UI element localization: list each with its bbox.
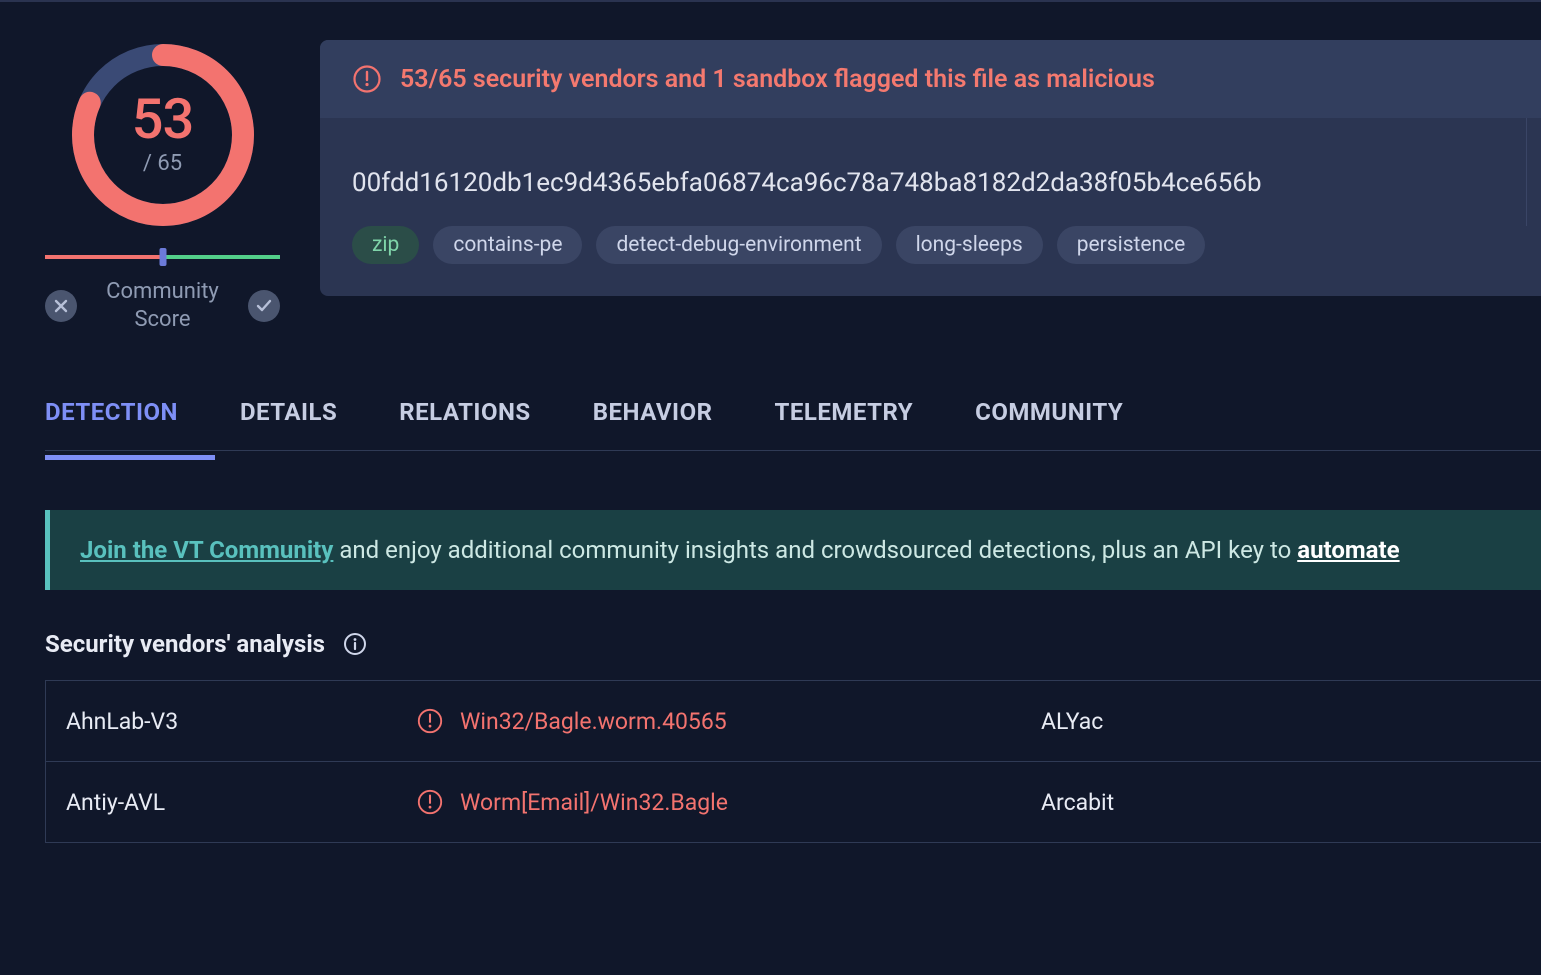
check-icon [256, 299, 272, 313]
vendor-name: Antiy-AVL [46, 762, 396, 842]
score-value: 53 [132, 94, 194, 144]
x-icon [54, 299, 68, 313]
tag-detect-debug[interactable]: detect-debug-environment [596, 226, 881, 264]
alert-icon [416, 788, 444, 816]
tab-detection[interactable]: DETECTION [45, 398, 178, 426]
section-title: Security vendors' analysis [45, 630, 325, 658]
community-slider[interactable] [45, 250, 280, 264]
info-icon[interactable] [343, 632, 367, 656]
alert-text: 53/65 security vendors and 1 sandbox fla… [400, 65, 1155, 94]
vendor-result: Worm[Email]/Win32.Bagle [396, 762, 1021, 842]
community-banner: Join the VT Community and enjoy addition… [45, 510, 1541, 590]
vendor-name: ALYac [1021, 681, 1541, 761]
vendor-result: Win32/Bagle.worm.40565 [396, 681, 1021, 761]
summary-card: 53/65 security vendors and 1 sandbox fla… [320, 40, 1541, 296]
tab-telemetry[interactable]: TELEMETRY [775, 398, 914, 426]
vendor-table: AhnLab-V3 Win32/Bagle.worm.40565 ALYac A… [45, 680, 1541, 843]
vendor-name: Arcabit [1021, 762, 1541, 842]
slider-thumb[interactable] [159, 248, 166, 266]
tab-details[interactable]: DETAILS [240, 398, 337, 426]
score-max: / 65 [143, 151, 182, 176]
detection-label: Win32/Bagle.worm.40565 [460, 708, 727, 735]
tag-row: zip contains-pe detect-debug-environment… [320, 226, 1541, 296]
tab-behavior[interactable]: BEHAVIOR [593, 398, 713, 426]
tab-relations[interactable]: RELATIONS [399, 398, 530, 426]
vendor-row: AhnLab-V3 Win32/Bagle.worm.40565 ALYac [45, 681, 1541, 762]
alert-icon [416, 707, 444, 735]
tag-contains-pe[interactable]: contains-pe [433, 226, 582, 264]
vendor-name: AhnLab-V3 [46, 681, 396, 761]
detection-label: Worm[Email]/Win32.Bagle [460, 789, 728, 816]
vendors-section: Security vendors' analysis AhnLab-V3 Win… [45, 630, 1541, 843]
tab-community[interactable]: COMMUNITY [975, 398, 1123, 426]
tab-bar: DETECTION DETAILS RELATIONS BEHAVIOR TEL… [45, 398, 1541, 451]
malicious-alert: 53/65 security vendors and 1 sandbox fla… [320, 40, 1541, 118]
tag-filetype[interactable]: zip [352, 226, 419, 264]
top-divider [0, 0, 1541, 2]
community-score-label: Community Score [77, 278, 248, 333]
join-community-link[interactable]: Join the VT Community [80, 536, 333, 564]
automate-link[interactable]: automate [1297, 536, 1399, 564]
tag-persistence[interactable]: persistence [1057, 226, 1206, 264]
banner-text: and enjoy additional community insights … [333, 536, 1297, 564]
detection-donut: 53 / 65 [68, 40, 258, 230]
alert-icon [352, 64, 382, 94]
score-widget: 53 / 65 Community Score [45, 40, 280, 333]
tab-underline [45, 455, 215, 460]
vendor-row: Antiy-AVL Worm[Email]/Win32.Bagle Arcabi… [45, 762, 1541, 843]
file-hash: 00fdd16120db1ec9d4365ebfa06874ca96c78a74… [320, 118, 1527, 226]
tag-long-sleeps[interactable]: long-sleeps [896, 226, 1043, 264]
vote-positive-button[interactable] [248, 290, 280, 322]
vote-negative-button[interactable] [45, 290, 77, 322]
